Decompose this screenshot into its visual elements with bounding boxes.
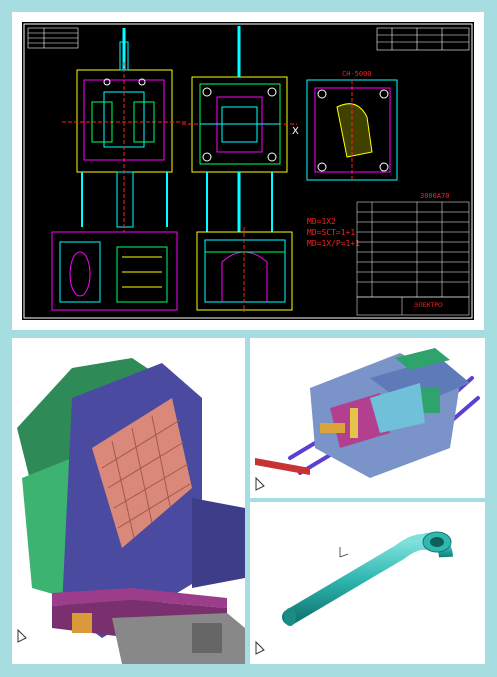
company-name: ЭЛЕКТРО (414, 302, 443, 309)
cad-drawing-svg: X CH-5000 3000A70 MD=1X2 MD=SCT=1+1 MD=1… (23, 23, 473, 319)
mold-closeup-render-panel (12, 338, 245, 664)
title-block (356, 296, 470, 316)
mold-assembly-render-panel (250, 338, 485, 498)
cad-model-label: 3000A70 (420, 192, 450, 200)
cad-note-1: MD=1X2 (307, 217, 336, 226)
side-view (62, 28, 187, 232)
revision-block (376, 27, 470, 51)
pipe-part-render (250, 502, 485, 664)
cad-note-3: MD=1X/P=1+1 (307, 239, 360, 248)
center-plan-view (182, 26, 297, 232)
cad-note-2: MD=SCT=1+1 (307, 228, 355, 237)
svg-text:X: X (292, 126, 299, 137)
mold-closeup-render (12, 338, 245, 664)
bottom-center-section (196, 227, 293, 312)
cad-notes: MD=1X2 MD=SCT=1+1 MD=1X/P=1+1 (307, 217, 360, 248)
right-plan-view (306, 79, 398, 181)
mold-assembly-render (250, 338, 485, 498)
parts-list-table (356, 201, 470, 298)
bottom-left-section (51, 231, 178, 311)
pipe-part-render-panel (250, 502, 485, 664)
cad-drawing-canvas: X CH-5000 3000A70 MD=1X2 MD=SCT=1+1 MD=1… (22, 22, 474, 320)
top-left-title-block (27, 27, 79, 49)
cad-drawing-panel: X CH-5000 3000A70 MD=1X2 MD=SCT=1+1 MD=1… (12, 12, 484, 330)
cad-title-label: CH-5000 (342, 70, 372, 78)
